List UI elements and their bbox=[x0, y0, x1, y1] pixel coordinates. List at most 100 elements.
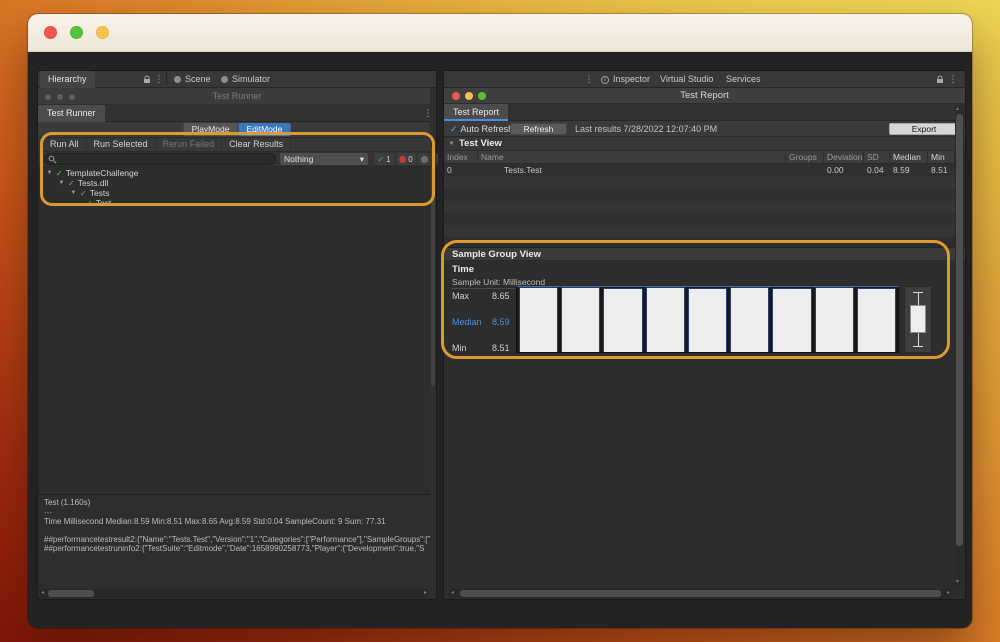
window-titlebar[interactable] bbox=[28, 14, 972, 52]
horizontal-scrollbar[interactable]: ◂ ▸ bbox=[40, 589, 428, 598]
left-dock-tabstrip: Hierarchy ⋮ Scene Simulator bbox=[38, 71, 436, 88]
auto-refresh-checkbox[interactable]: ✓ Auto Refresh bbox=[450, 121, 513, 137]
test-view-foldout[interactable]: ▼ Test View bbox=[444, 137, 965, 151]
report-toolbar: ✓ Auto Refresh Refresh Last results 7/28… bbox=[444, 121, 965, 137]
category-filter-dropdown[interactable]: Nothing ▾ bbox=[280, 153, 368, 165]
menu-kebab-icon[interactable]: ⋮ bbox=[584, 71, 594, 88]
scroll-right-icon[interactable]: ▸ bbox=[424, 589, 427, 598]
tab-label: Inspector bbox=[613, 74, 651, 84]
test-report-window-titlebar[interactable]: Test Report bbox=[444, 88, 965, 104]
test-filter-row: Nothing ▾ ✓ 1 0 0 bbox=[38, 152, 438, 167]
menu-kebab-icon[interactable]: ⋮ bbox=[948, 71, 958, 88]
playmode-button[interactable]: PlayMode bbox=[183, 123, 239, 136]
column-header-groups[interactable]: Groups bbox=[786, 151, 824, 163]
sample-bar bbox=[856, 287, 896, 352]
tab-test-report[interactable]: Test Report bbox=[444, 104, 509, 121]
lock-icon[interactable] bbox=[936, 75, 944, 84]
checkmark-icon: ✓ bbox=[450, 124, 458, 134]
sample-group-view-title: Sample Group View bbox=[452, 248, 542, 260]
scroll-down-icon[interactable]: ▾ bbox=[956, 578, 959, 587]
foldout-arrow-icon[interactable]: ▼ bbox=[58, 180, 65, 186]
scroll-up-icon[interactable]: ▴ bbox=[956, 105, 959, 114]
output-line: ##performancetestresult2:{"Name":"Tests.… bbox=[44, 534, 430, 544]
cell-name: Tests.Test bbox=[504, 165, 542, 175]
column-header-sd[interactable]: SD bbox=[864, 151, 890, 163]
foldout-arrow-icon[interactable]: ▼ bbox=[448, 141, 455, 147]
minimize-button[interactable] bbox=[465, 92, 473, 100]
inactive-window-titlebar[interactable]: Test Runner bbox=[38, 88, 436, 105]
sample-series-name: Time bbox=[452, 264, 475, 275]
tab-label: Virtual Studio bbox=[660, 74, 714, 84]
zoom-button[interactable] bbox=[70, 26, 83, 39]
info-icon: i bbox=[601, 75, 609, 84]
scrollbar-thumb[interactable] bbox=[460, 590, 941, 597]
inactive-window-title: Test Runner bbox=[212, 91, 262, 101]
export-button[interactable]: Export bbox=[889, 123, 959, 135]
scroll-right-icon[interactable]: ▸ bbox=[947, 589, 950, 598]
boxplot-whisker-cap bbox=[913, 291, 923, 293]
vertical-scrollbar[interactable]: ▴ ▾ bbox=[955, 105, 964, 587]
search-input[interactable] bbox=[44, 153, 276, 165]
tab-test-runner[interactable]: Test Runner bbox=[38, 105, 105, 122]
inactive-zoom-button[interactable] bbox=[69, 94, 75, 100]
column-header-deviation[interactable]: Deviation bbox=[824, 151, 864, 163]
table-row[interactable]: 0 Tests.Test 0.00 0.04 8.59 8.51 bbox=[444, 164, 955, 177]
inactive-minimize-button[interactable] bbox=[57, 94, 63, 100]
foldout-arrow-icon[interactable]: ▼ bbox=[70, 190, 77, 196]
rerun-failed-button[interactable]: Rerun Failed bbox=[156, 138, 223, 152]
sample-bar bbox=[603, 288, 643, 352]
lock-icon[interactable] bbox=[143, 75, 151, 84]
pass-count: 1 bbox=[386, 154, 391, 164]
tab-scene[interactable]: Scene bbox=[169, 71, 216, 88]
tree-item-templatechallenge[interactable]: ▼ ✓ TemplateChallenge bbox=[38, 168, 436, 178]
sample-boxplot[interactable] bbox=[904, 286, 932, 353]
column-header-index[interactable]: Index bbox=[444, 151, 478, 163]
scrollbar-thumb[interactable] bbox=[956, 114, 963, 546]
stat-label: Max bbox=[452, 291, 470, 301]
scroll-left-icon[interactable]: ◂ bbox=[451, 589, 454, 598]
run-all-button[interactable]: Run All bbox=[43, 138, 87, 152]
tab-simulator[interactable]: Simulator bbox=[216, 71, 275, 88]
tab-inspector[interactable]: i Inspector bbox=[596, 71, 655, 88]
horizontal-scrollbar[interactable]: ◂ ▸ bbox=[450, 589, 951, 598]
sample-bar bbox=[814, 287, 854, 352]
fail-count: 0 bbox=[408, 154, 413, 164]
vertical-scrollbar[interactable] bbox=[430, 88, 436, 588]
run-selected-button[interactable]: Run Selected bbox=[87, 138, 156, 152]
scrollbar-thumb[interactable] bbox=[431, 146, 435, 386]
clear-results-button[interactable]: Clear Results bbox=[222, 138, 292, 152]
column-header-name[interactable]: Name bbox=[478, 151, 786, 163]
output-line: ##performancetestruninfo2:{"TestSuite":"… bbox=[44, 544, 425, 553]
zoom-button[interactable] bbox=[478, 92, 486, 100]
empty-table-row bbox=[444, 177, 955, 189]
tree-item-tests-dll[interactable]: ▼ ✓ Tests.dll bbox=[38, 178, 436, 188]
column-header-min[interactable]: Min bbox=[928, 151, 955, 163]
scroll-left-icon[interactable]: ◂ bbox=[41, 589, 44, 598]
fail-filter-toggle[interactable]: 0 bbox=[396, 153, 416, 165]
tab-services[interactable]: Services bbox=[721, 71, 766, 88]
foldout-arrow-icon[interactable]: ▼ bbox=[46, 170, 53, 176]
tab-label: Scene bbox=[185, 74, 211, 84]
minimize-button[interactable] bbox=[96, 26, 109, 39]
output-line: --- bbox=[44, 507, 52, 517]
auto-refresh-label: Auto Refresh bbox=[460, 124, 514, 134]
column-header-median[interactable]: Median bbox=[890, 151, 928, 163]
scrollbar-thumb[interactable] bbox=[48, 590, 94, 597]
pass-filter-toggle[interactable]: ✓ 1 bbox=[374, 153, 394, 165]
tree-item-test[interactable]: ✓ Test bbox=[38, 198, 436, 208]
refresh-button[interactable]: Refresh bbox=[510, 123, 567, 135]
tab-virtual-studio[interactable]: Virtual Studio bbox=[655, 71, 718, 88]
inactive-close-button[interactable] bbox=[45, 94, 51, 100]
pass-check-icon: ✓ bbox=[80, 188, 87, 198]
close-button[interactable] bbox=[44, 26, 57, 39]
simulator-icon bbox=[221, 76, 228, 83]
sample-bars[interactable] bbox=[516, 286, 899, 353]
test-runner-tabrow: Test Runner ⋮ bbox=[38, 105, 436, 122]
tree-item-tests[interactable]: ▼ ✓ Tests bbox=[38, 188, 436, 198]
tab-hierarchy[interactable]: Hierarchy bbox=[40, 71, 95, 88]
editmode-button[interactable]: EditMode bbox=[238, 123, 291, 136]
test-tree: ▼ ✓ TemplateChallenge ▼ ✓ Tests.dll ▼ ✓ … bbox=[38, 168, 436, 208]
close-button[interactable] bbox=[452, 92, 460, 100]
sample-bar bbox=[730, 287, 770, 352]
menu-kebab-icon[interactable]: ⋮ bbox=[154, 71, 164, 88]
